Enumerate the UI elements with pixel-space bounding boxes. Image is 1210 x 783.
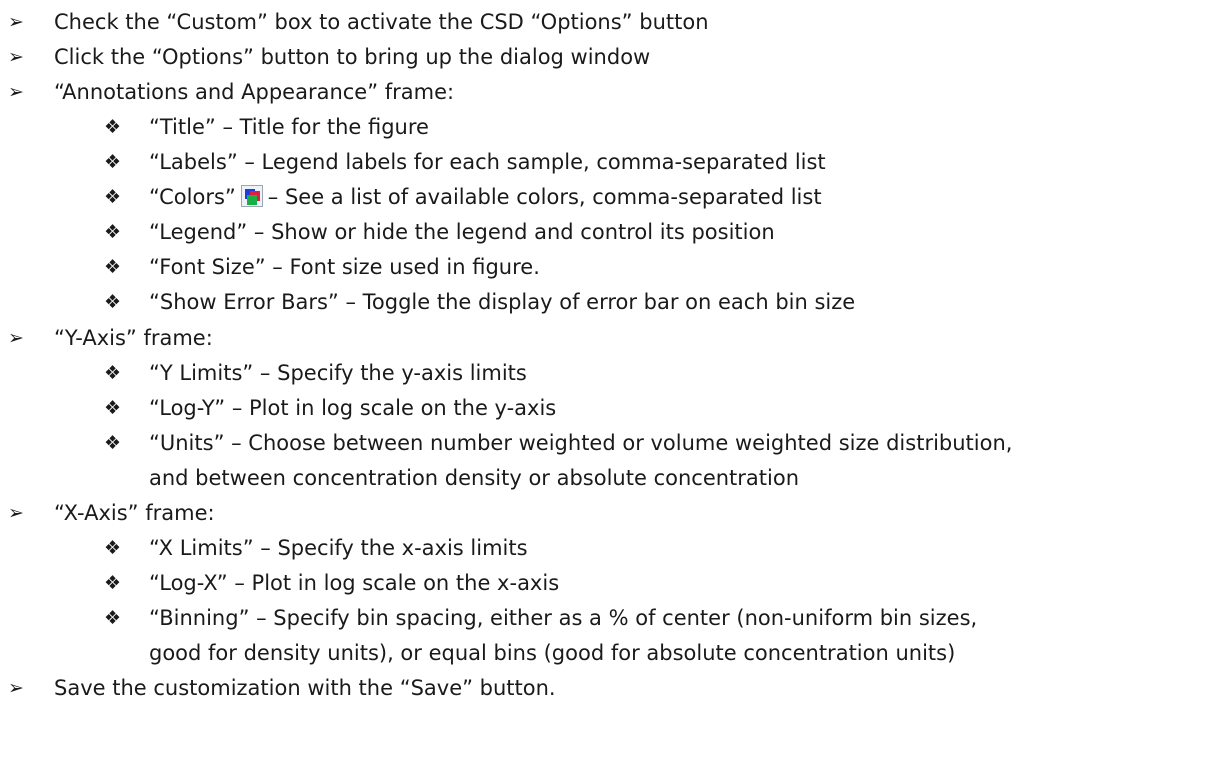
line-text: Check the “Custom” box to activate the C… [54, 10, 709, 34]
line-text: “X Limits” – Specify the x-axis limits [149, 536, 528, 560]
line-text: “Annotations and Appearance” frame: [54, 80, 455, 104]
line-text: “Title” – Title for the figure [149, 115, 429, 139]
colors-description: – See a list of available colors, comma-… [267, 185, 822, 209]
diamond-bullet-icon: ❖ [104, 256, 122, 278]
line-text: “Legend” – Show or hide the legend and c… [149, 220, 775, 244]
line-text: “Font Size” – Font size used in figure. [149, 255, 540, 279]
diamond-bullet-icon: ❖ [104, 432, 122, 454]
colors-palette-icon [240, 185, 263, 207]
arrow-bullet-icon: ➢ [8, 677, 24, 699]
diamond-bullet-icon: ❖ [104, 291, 122, 313]
line-text: “Y Limits” – Specify the y-axis limits [149, 361, 527, 385]
diamond-bullet-icon: ❖ [104, 572, 122, 594]
line-text: Save the customization with the “Save” b… [54, 676, 556, 700]
line-text: “Labels” – Legend labels for each sample… [149, 150, 826, 174]
diamond-bullet-icon: ❖ [104, 221, 122, 243]
diamond-bullet-icon: ❖ [104, 537, 122, 559]
diamond-bullet-icon: ❖ [104, 186, 122, 208]
arrow-bullet-icon: ➢ [8, 11, 24, 33]
arrow-bullet-icon: ➢ [8, 327, 24, 349]
line-text: “Units” – Choose between number weighted… [149, 431, 1013, 455]
line-text: good for density units), or equal bins (… [149, 641, 956, 665]
diamond-bullet-icon: ❖ [104, 607, 122, 629]
diamond-bullet-icon: ❖ [104, 397, 122, 419]
arrow-bullet-icon: ➢ [8, 46, 24, 68]
arrow-bullet-icon: ➢ [8, 502, 24, 524]
diamond-bullet-icon: ❖ [104, 151, 122, 173]
colors-label: “Colors” [149, 185, 236, 209]
line-text: “Y-Axis” frame: [54, 326, 213, 350]
line-text: “Log-Y” – Plot in log scale on the y-axi… [149, 396, 557, 420]
diamond-bullet-icon: ❖ [104, 116, 122, 138]
diamond-bullet-icon: ❖ [104, 362, 122, 384]
line-text: “X-Axis” frame: [54, 501, 215, 525]
arrow-bullet-icon: ➢ [8, 81, 24, 103]
line-text: “Binning” – Specify bin spacing, either … [149, 606, 978, 630]
line-text: “Log-X” – Plot in log scale on the x-axi… [149, 571, 560, 595]
line-text: Click the “Options” button to bring up t… [54, 45, 651, 69]
instruction-document: ➢ Check the “Custom” box to activate the… [0, 0, 1210, 783]
line-text: “Colors” – See a list of available colors… [149, 180, 822, 214]
line-text: and between concentration density or abs… [149, 466, 800, 490]
line-text: “Show Error Bars” – Toggle the display o… [149, 290, 856, 314]
